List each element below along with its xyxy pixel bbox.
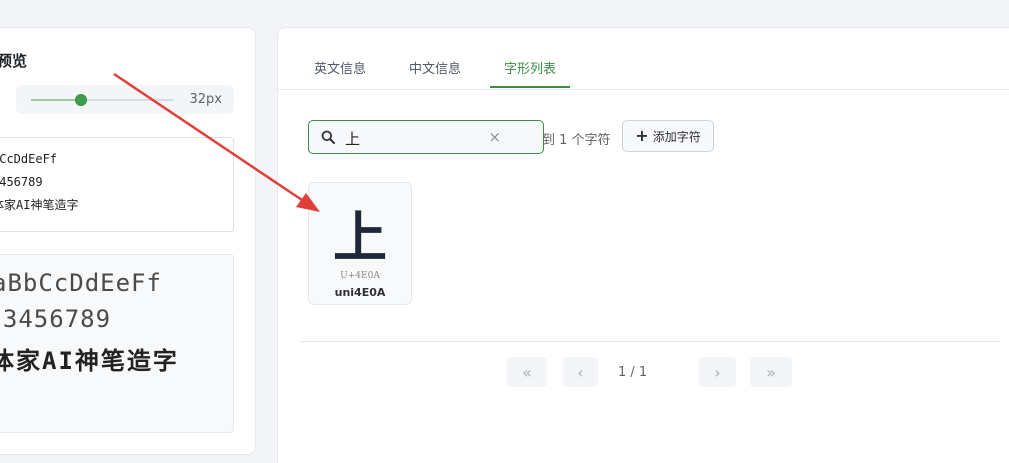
tab-chinese-info[interactable]: 中文信息 xyxy=(409,58,461,77)
glyph-unicode: U+4E0A xyxy=(340,271,380,281)
search-icon xyxy=(321,130,335,144)
glyph-preview: 上 xyxy=(333,206,387,269)
font-preview-area: aBbCcDdEeFf 123456789 字体家AI神笔造字 xyxy=(0,254,234,433)
next-page-button[interactable]: › xyxy=(699,357,736,387)
preview-panel: 预览 32px aBbCcDdEeFf 123456789 字体家AI神笔造字 xyxy=(0,27,256,455)
preview-title: 预览 xyxy=(0,52,28,70)
tab-bar: 英文信息 中文信息 字形列表 xyxy=(278,28,1009,90)
preview-line-digits: 123456789 xyxy=(0,305,112,333)
first-page-button[interactable]: « xyxy=(507,357,547,387)
add-glyph-button[interactable]: + 添加字符 xyxy=(622,120,714,152)
last-page-button[interactable]: » xyxy=(750,357,792,387)
prev-page-button[interactable]: ‹ xyxy=(563,357,598,387)
plus-icon: + xyxy=(635,126,649,145)
preview-line-latin: aBbCcDdEeFf xyxy=(0,269,162,297)
tab-glyph-list[interactable]: 字形列表 xyxy=(504,58,556,77)
active-tab-indicator xyxy=(490,86,570,88)
glyph-card[interactable]: 上 U+4E0A uni4E0A xyxy=(308,182,412,305)
clear-search-icon[interactable]: × xyxy=(488,128,501,146)
glyph-name: uni4E0A xyxy=(334,286,386,299)
page-indicator: 1 / 1 xyxy=(618,365,648,380)
font-size-slider-thumb[interactable] xyxy=(75,94,88,106)
result-count: 到 1 个字符 xyxy=(542,133,611,148)
glyph-editor-panel: 英文信息 中文信息 字形列表 × 到 1 个字符 + 添加字符 上 U+4E0A… xyxy=(277,27,1009,463)
divider xyxy=(300,341,1000,342)
glyph-search-box[interactable]: × xyxy=(308,120,544,154)
font-size-value: 32px xyxy=(189,92,223,107)
tab-english-info[interactable]: 英文信息 xyxy=(314,58,366,77)
preview-line-chinese: 字体家AI神笔造字 xyxy=(0,347,179,375)
font-size-control: 32px xyxy=(16,85,234,114)
font-size-slider-fill xyxy=(31,99,82,101)
add-glyph-label: 添加字符 xyxy=(652,129,701,144)
glyph-search-input[interactable] xyxy=(345,127,485,149)
sample-text-input[interactable] xyxy=(0,137,234,232)
